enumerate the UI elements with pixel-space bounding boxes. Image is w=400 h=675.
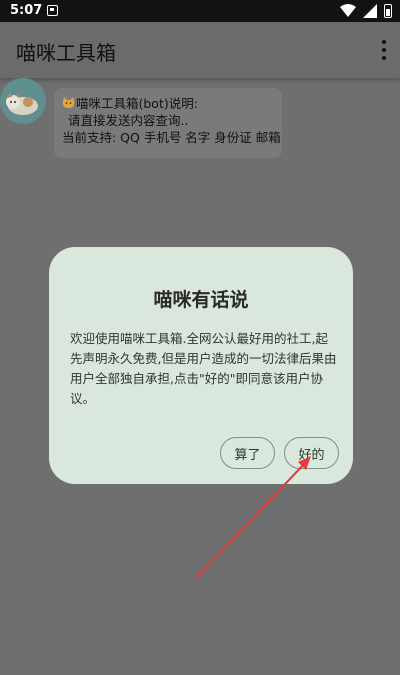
app-title: 喵咪工具箱 xyxy=(16,41,116,65)
wifi-icon xyxy=(340,4,356,17)
overflow-menu-icon[interactable] xyxy=(380,40,388,60)
bubble-line-2: 请直接发送内容查询.. xyxy=(68,113,189,128)
bubble-line-1: 喵咪工具箱(bot)说明: xyxy=(76,96,198,111)
status-time: 5:07 xyxy=(10,3,43,18)
notification-icon xyxy=(47,5,58,16)
cancel-button[interactable]: 算了 xyxy=(220,437,275,469)
status-bar: 5:07 xyxy=(0,0,400,22)
dialog-message: 欢迎使用喵咪工具箱.全网公认最好用的社工,起先声明永久免费,但是用户造成的一切法… xyxy=(70,331,337,406)
app-bar: 喵咪工具箱 xyxy=(0,22,400,78)
bot-message-bubble: 喵咪工具箱(bot)说明: 请直接发送内容查询.. 当前支持: QQ 手机号 名… xyxy=(54,88,282,158)
status-icons xyxy=(340,2,392,20)
ok-button[interactable]: 好的 xyxy=(284,437,339,469)
signal-icon xyxy=(363,4,377,18)
battery-icon xyxy=(384,4,392,18)
bubble-line-3: 当前支持: QQ 手机号 名字 身份证 邮箱 xyxy=(62,130,281,145)
bot-avatar[interactable] xyxy=(0,78,46,124)
dialog-title: 喵咪有话说 xyxy=(153,289,249,311)
agreement-dialog: 喵咪有话说 欢迎使用喵咪工具箱.全网公认最好用的社工,起先声明永久免费,但是用户… xyxy=(49,247,353,484)
cat-emoji-icon xyxy=(62,97,75,108)
